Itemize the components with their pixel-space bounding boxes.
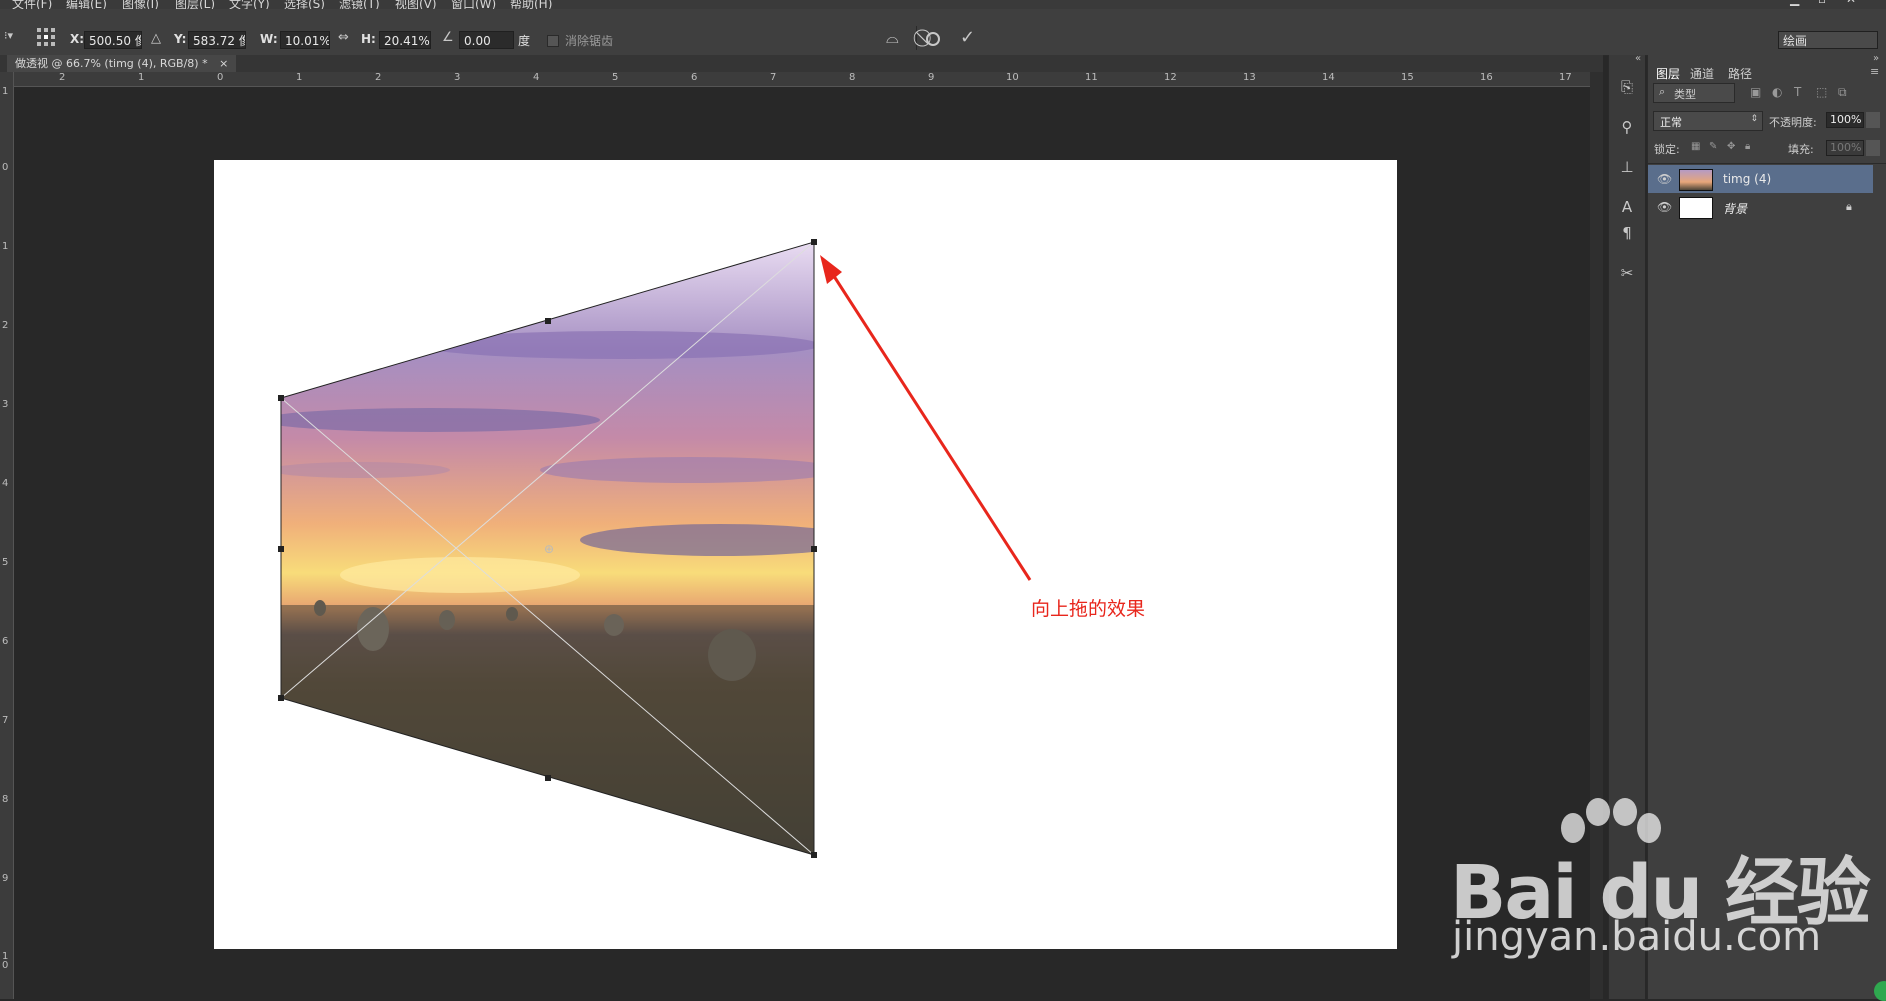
tab-paths[interactable]: 路径 (1728, 65, 1752, 82)
opacity-field[interactable]: 100% (1826, 112, 1864, 128)
chevron-down-icon: ⇕ (1750, 114, 1758, 124)
paragraph-icon[interactable]: ¶ (1617, 223, 1637, 243)
collapse-icon[interactable]: » (1873, 53, 1879, 64)
lock-icon: 🔒︎ (1846, 200, 1852, 213)
layer-thumbnail (1679, 197, 1713, 219)
filter-shape-icon[interactable]: ⬚ (1816, 85, 1827, 99)
handle-top-right[interactable] (811, 239, 817, 245)
brush-presets-icon[interactable]: ⚲ (1617, 117, 1637, 137)
filter-pixel-icon[interactable]: ▣ (1750, 85, 1761, 99)
fill-dropdown[interactable] (1866, 140, 1880, 156)
opacity-dropdown[interactable] (1866, 112, 1880, 128)
character-icon[interactable]: A (1617, 197, 1637, 217)
tool-presets-icon[interactable]: ✂ (1617, 263, 1637, 283)
handle-bottom-right[interactable] (811, 852, 817, 858)
filter-type-icon[interactable]: T (1794, 85, 1801, 99)
layer-name[interactable]: timg (4) (1723, 172, 1771, 186)
tab-layers[interactable]: 图层 (1656, 65, 1680, 82)
lock-transparent-icon[interactable]: ▦ (1691, 141, 1700, 152)
annotation-arrow (828, 269, 1032, 581)
annotation-text: 向上拖的效果 (1031, 598, 1146, 620)
lock-label: 锁定: (1654, 143, 1680, 156)
fill-field[interactable]: 100% (1826, 140, 1864, 156)
tab-channels[interactable]: 通道 (1690, 65, 1714, 82)
visibility-eye-icon[interactable]: 👁︎ (1657, 200, 1672, 214)
visibility-eye-icon[interactable]: 👁︎ (1657, 172, 1672, 186)
handle-bottom-left[interactable] (278, 695, 284, 701)
handle-right[interactable] (811, 546, 817, 552)
filter-smart-object-icon[interactable]: ⧉ (1838, 85, 1847, 100)
annotation-arrowhead (820, 255, 842, 284)
baidu-watermark-url: jingyan.baidu.com (1452, 914, 1822, 960)
blend-mode-select[interactable]: 正常 ⇕ (1653, 111, 1763, 131)
lock-all-icon[interactable]: 🔒︎ (1745, 141, 1750, 152)
handle-top[interactable] (545, 318, 551, 324)
search-icon: ⌕ (1659, 85, 1666, 98)
filter-select[interactable]: ⌕ 类型 (1653, 83, 1735, 103)
handle-left[interactable] (278, 546, 284, 552)
layer-thumbnail (1679, 169, 1713, 191)
panel-menu-icon[interactable]: ≡ (1870, 65, 1879, 78)
blend-mode-value: 正常 (1660, 116, 1682, 129)
clone-source-icon[interactable]: ⊥ (1617, 157, 1637, 177)
handle-top-left[interactable] (278, 395, 284, 401)
collapse-icon[interactable]: « (1635, 53, 1641, 64)
opacity-label: 不透明度: (1769, 116, 1817, 129)
filter-adjustment-icon[interactable]: ◐ (1772, 85, 1782, 99)
lock-position-icon[interactable]: ✥ (1727, 141, 1735, 152)
reference-point-marker[interactable]: ⊕ (544, 542, 554, 556)
history-icon[interactable]: ⎘ (1617, 77, 1637, 97)
filter-label: 类型 (1674, 88, 1696, 101)
layer-name[interactable]: 背景 (1723, 200, 1747, 217)
layer-row-background[interactable]: 👁︎ 背景 🔒︎ (1648, 193, 1873, 221)
fill-label: 填充: (1788, 143, 1814, 156)
layer-row-timg[interactable]: 👁︎ timg (4) (1648, 165, 1873, 193)
handle-bottom[interactable] (545, 775, 551, 781)
lock-pixels-icon[interactable]: ✎ (1709, 141, 1717, 152)
divider (1648, 163, 1886, 164)
